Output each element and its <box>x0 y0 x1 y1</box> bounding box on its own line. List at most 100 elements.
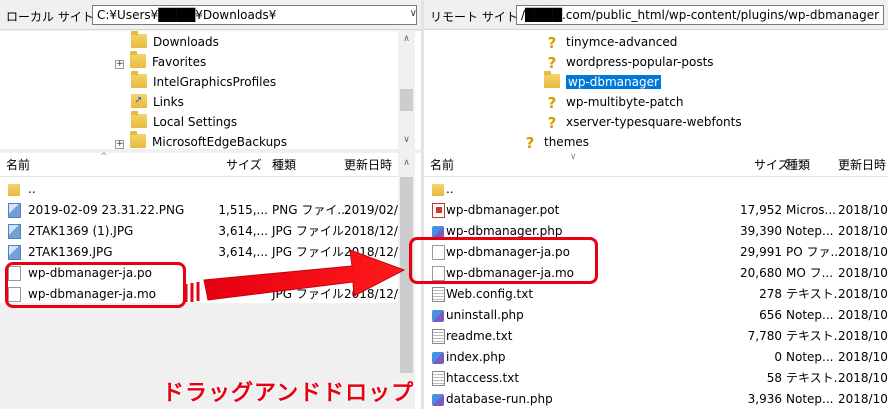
remote-site-path-input[interactable]: /████.com/public_html/wp-content/plugins… <box>516 5 884 25</box>
tree-item-tinymce-advanced[interactable]: ? tinymce-advanced <box>544 32 678 52</box>
column-header-name[interactable]: 名前 <box>6 153 30 177</box>
column-header-size[interactable]: サイズ <box>226 153 262 177</box>
tree-item-local-settings[interactable]: Local Settings <box>131 111 238 132</box>
php-file-icon <box>432 310 444 322</box>
chevron-down-icon[interactable]: ∨ <box>410 8 417 19</box>
column-header-date[interactable]: 更新日時 <box>344 153 392 177</box>
tree-item-xserver-typesquare-webfonts[interactable]: ? xserver-typesquare-webfonts <box>544 112 742 132</box>
tree-item-downloads[interactable]: Downloads <box>131 31 219 52</box>
php-file-icon <box>432 352 444 364</box>
unknown-folder-icon: ? <box>547 94 557 112</box>
file-name: index.php <box>446 350 506 364</box>
column-header-name[interactable]: 名前 <box>430 153 454 177</box>
file-size: 1,515,... <box>218 203 268 217</box>
folder-icon <box>131 71 147 88</box>
file-date: 2018/10 <box>838 266 888 280</box>
tree-item-microsoftedgebackups[interactable]: + MicrosoftEdgeBackups <box>115 131 288 152</box>
tree-item-label: Local Settings <box>153 115 238 129</box>
file-date: 2018/10 <box>838 350 888 364</box>
tree-item-label: Downloads <box>153 35 219 49</box>
file-row[interactable]: uninstall.php 656 Notep... 2018/10 <box>424 305 888 326</box>
folder-icon <box>130 131 146 148</box>
php-file-icon <box>432 394 444 406</box>
file-row[interactable]: 2TAK1369 (1).JPG 3,614,... JPG ファイル 2018/12… <box>0 221 398 242</box>
file-name: .. <box>28 182 36 196</box>
scroll-down-icon[interactable]: ∨ <box>398 132 415 149</box>
file-row[interactable]: Web.config.txt 278 テキスト... 2018/10 <box>424 284 888 305</box>
local-directory-tree: Downloads + Favorites IntelGraphicsProfil… <box>0 31 421 149</box>
tree-item-label: xserver-typesquare-webfonts <box>566 115 742 129</box>
file-type: テキスト... <box>786 329 846 343</box>
file-type: PNG ファイ... <box>272 203 349 217</box>
file-type: Notep... <box>786 224 834 238</box>
pot-file-icon <box>432 203 445 218</box>
file-type: Notep... <box>786 350 834 364</box>
file-row[interactable]: .. <box>424 179 888 200</box>
folder-icon <box>8 184 20 196</box>
file-row[interactable]: htaccess.txt 58 テキスト... 2018/10 <box>424 368 888 389</box>
expand-icon[interactable]: + <box>115 140 124 149</box>
local-site-path-text: C:¥Users¥████¥Downloads¥ <box>97 8 277 22</box>
file-type: Notep... <box>786 392 834 406</box>
scroll-up-icon[interactable]: ∧ <box>398 155 415 172</box>
column-header-type[interactable]: 種類 <box>272 153 296 177</box>
tree-item-label: Favorites <box>152 55 207 69</box>
file-row[interactable]: .. <box>0 179 398 200</box>
tree-item-label: wp-multibyte-patch <box>566 95 684 109</box>
tree-item-links[interactable]: Links <box>131 91 184 112</box>
tree-item-label: wordpress-popular-posts <box>566 55 714 69</box>
column-header-type[interactable]: 種類 <box>786 153 810 177</box>
remote-directory-tree: ? tinymce-advanced ? wordpress-popular-pos… <box>424 31 888 152</box>
file-type: テキスト... <box>786 287 846 301</box>
tree-item-wordpress-popular-posts[interactable]: ? wordpress-popular-posts <box>544 52 714 72</box>
text-file-icon <box>432 329 445 344</box>
file-row[interactable]: database-run.php 3,936 Notep... 2018/10 <box>424 389 888 409</box>
file-date: 2018/10 <box>838 392 888 406</box>
tree-item-themes[interactable]: ? themes <box>522 132 589 152</box>
file-type: Notep... <box>786 308 834 322</box>
tree-item-label: tinymce-advanced <box>566 35 678 49</box>
sort-asc-icon: ∨ <box>570 152 577 162</box>
scroll-up-icon[interactable]: ∧ <box>398 31 415 48</box>
file-row[interactable]: 2019-02-09 23.31.22.PNG 1,515,... PNG ファイ.… <box>0 200 398 221</box>
text-file-icon <box>432 371 445 386</box>
file-row[interactable]: wp-dbmanager.pot 17,952 Micros... 2018/10 <box>424 200 888 221</box>
file-date: 2018/10 <box>838 203 888 217</box>
expand-icon[interactable]: + <box>115 60 124 69</box>
remote-highlight-box <box>409 237 598 284</box>
tree-item-wp-multibyte-patch[interactable]: ? wp-multibyte-patch <box>544 92 684 112</box>
local-file-list-header: 名前 ^ サイズ 種類 更新日時 <box>0 152 398 177</box>
arrow-shape <box>203 249 406 301</box>
file-row[interactable]: index.php 0 Notep... 2018/10 <box>424 347 888 368</box>
tree-item-intelgraphicsprofiles[interactable]: IntelGraphicsProfiles <box>131 71 277 92</box>
column-header-date[interactable]: 更新日時 <box>838 153 886 177</box>
drag-arrow-graphic <box>184 249 406 302</box>
file-type: MO フ... <box>786 266 834 280</box>
file-type: PO ファ... <box>786 245 842 259</box>
pane-splitter[interactable] <box>421 0 424 409</box>
tree-item-label: Links <box>153 95 184 109</box>
tree-item-wp-dbmanager[interactable]: wp-dbmanager <box>544 71 661 92</box>
tree-item-favorites[interactable]: + Favorites <box>115 51 207 72</box>
file-size: 278 <box>759 287 782 301</box>
local-tree-scrollbar[interactable]: ∧ ∨ <box>398 31 415 149</box>
file-size: 58 <box>766 371 782 385</box>
local-site-label: ローカル サイト: <box>6 10 98 24</box>
column-header-size[interactable]: サイズ <box>754 153 790 177</box>
file-date: 2018/10 <box>838 329 888 343</box>
tree-item-label: IntelGraphicsProfiles <box>153 75 277 89</box>
file-name: readme.txt <box>446 329 513 343</box>
drag-and-drop-caption: ドラッグアンドドロップ <box>162 381 415 406</box>
unknown-folder-icon: ? <box>547 54 557 72</box>
local-site-bar: ローカル サイト: C:¥Users¥████¥Downloads¥ ∨ <box>0 0 421 30</box>
links-folder-icon <box>131 91 147 111</box>
file-name: 2019-02-09 23.31.22.PNG <box>28 203 185 217</box>
file-row[interactable]: readme.txt 7,780 テキスト... 2018/10 <box>424 326 888 347</box>
file-name: htaccess.txt <box>446 371 520 385</box>
remote-pane: リモート サイト: /████.com/public_html/wp-conte… <box>424 0 888 409</box>
local-site-path-input[interactable]: C:¥Users¥████¥Downloads¥ <box>92 5 417 25</box>
scrollbar-thumb[interactable] <box>400 89 413 111</box>
file-name: Web.config.txt <box>446 287 534 301</box>
file-name: wp-dbmanager.pot <box>446 203 560 217</box>
tree-item-label: MicrosoftEdgeBackups <box>152 135 288 149</box>
